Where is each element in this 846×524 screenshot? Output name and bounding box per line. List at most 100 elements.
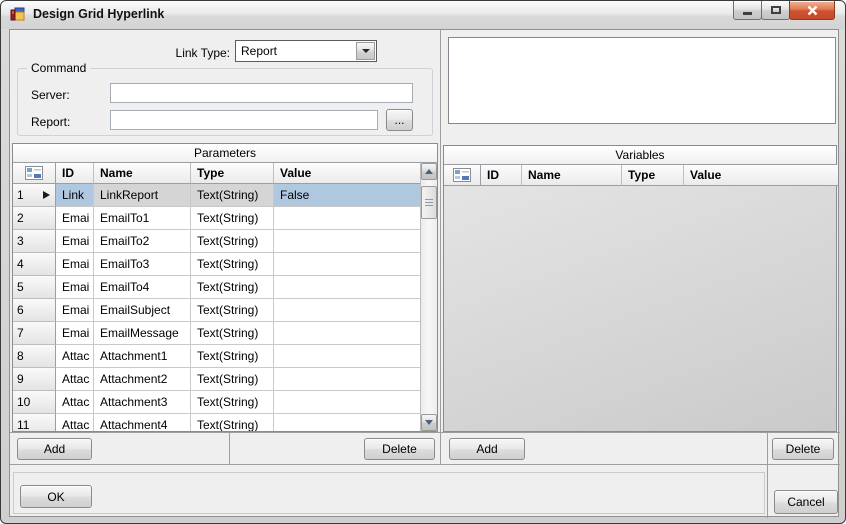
cancel-button[interactable]: Cancel (774, 490, 838, 514)
cell-id[interactable]: Emai (56, 299, 94, 322)
table-row[interactable]: 7 Emai EmailMessage Text(String) (13, 322, 422, 345)
column-header-id[interactable]: ID (481, 165, 522, 186)
row-header-cell[interactable]: 5 (13, 276, 56, 299)
cell-type[interactable]: Text(String) (191, 391, 274, 414)
scrollbar-thumb[interactable] (421, 186, 437, 219)
table-row[interactable]: 10 Attac Attachment3 Text(String) (13, 391, 422, 414)
cell-type[interactable]: Text(String) (191, 322, 274, 345)
cell-value[interactable] (274, 391, 422, 414)
cell-value[interactable] (274, 414, 422, 431)
row-header-cell[interactable]: 2 (13, 207, 56, 230)
table-row[interactable]: 6 Emai EmailSubject Text(String) (13, 299, 422, 322)
close-button[interactable] (789, 1, 835, 20)
cell-id[interactable]: Emai (56, 322, 94, 345)
cell-value[interactable] (274, 207, 422, 230)
cell-id[interactable]: Attac (56, 368, 94, 391)
column-header-name[interactable]: Name (522, 165, 622, 186)
cell-name[interactable]: Attachment3 (94, 391, 191, 414)
column-header-value[interactable]: Value (274, 163, 422, 184)
table-row[interactable]: 11 Attac Attachment4 Text(String) (13, 414, 422, 431)
column-header-name[interactable]: Name (94, 163, 191, 184)
cell-name[interactable]: EmailTo2 (94, 230, 191, 253)
table-row[interactable]: 4 Emai EmailTo3 Text(String) (13, 253, 422, 276)
cell-type[interactable]: Text(String) (191, 414, 274, 431)
cell-id[interactable]: Attac (56, 345, 94, 368)
table-row[interactable]: 3 Emai EmailTo2 Text(String) (13, 230, 422, 253)
window-controls (733, 1, 835, 20)
cell-id[interactable]: Emai (56, 207, 94, 230)
cell-value[interactable] (274, 368, 422, 391)
minimize-button[interactable] (733, 1, 762, 20)
row-header-cell[interactable]: 3 (13, 230, 56, 253)
table-row[interactable]: 2 Emai EmailTo1 Text(String) (13, 207, 422, 230)
cell-name[interactable]: Attachment4 (94, 414, 191, 431)
combo-dropdown-button[interactable] (356, 42, 375, 60)
cell-name[interactable]: EmailTo4 (94, 276, 191, 299)
row-header-cell[interactable]: 9 (13, 368, 56, 391)
row-header-cell[interactable]: 11 (13, 414, 56, 431)
maximize-icon (770, 6, 781, 14)
row-number: 9 (17, 372, 24, 386)
cell-value[interactable] (274, 345, 422, 368)
cell-value[interactable] (274, 230, 422, 253)
cell-name[interactable]: EmailTo1 (94, 207, 191, 230)
cell-id[interactable]: Emai (56, 276, 94, 299)
parameters-scrollbar[interactable] (420, 163, 437, 431)
cell-name[interactable]: EmailSubject (94, 299, 191, 322)
table-row[interactable]: 5 Emai EmailTo4 Text(String) (13, 276, 422, 299)
report-input[interactable] (110, 110, 378, 130)
cell-name[interactable]: EmailTo3 (94, 253, 191, 276)
cell-type[interactable]: Text(String) (191, 207, 274, 230)
maximize-button[interactable] (761, 1, 790, 20)
cell-name[interactable]: EmailMessage (94, 322, 191, 345)
ok-button[interactable]: OK (20, 485, 92, 508)
column-header-id[interactable]: ID (56, 163, 94, 184)
row-header-cell[interactable]: 10 (13, 391, 56, 414)
row-header-cell[interactable]: 6 (13, 299, 56, 322)
cell-id[interactable]: Emai (56, 230, 94, 253)
cell-type[interactable]: Text(String) (191, 368, 274, 391)
cell-id[interactable]: Link (56, 184, 94, 207)
cell-value[interactable] (274, 253, 422, 276)
cell-type[interactable]: Text(String) (191, 276, 274, 299)
title-bar[interactable]: Design Grid Hyperlink (1, 1, 845, 29)
table-row[interactable]: 1 Link LinkReport Text(String) False (13, 184, 422, 207)
cell-name[interactable]: Attachment2 (94, 368, 191, 391)
server-input[interactable] (110, 83, 413, 103)
cell-value[interactable] (274, 322, 422, 345)
column-header-type[interactable]: Type (622, 165, 684, 186)
parameters-delete-button[interactable]: Delete (364, 438, 435, 460)
row-header-cell[interactable]: 1 (13, 184, 56, 207)
variables-add-button[interactable]: Add (449, 438, 525, 460)
cell-type[interactable]: Text(String) (191, 253, 274, 276)
right-panel-textbox[interactable] (448, 37, 836, 124)
link-type-select[interactable]: Report (235, 40, 377, 62)
cell-id[interactable]: Attac (56, 391, 94, 414)
cell-value[interactable]: False (274, 184, 422, 207)
cell-id[interactable]: Emai (56, 253, 94, 276)
column-header-type[interactable]: Type (191, 163, 274, 184)
cell-type[interactable]: Text(String) (191, 230, 274, 253)
parameters-add-button[interactable]: Add (17, 438, 92, 460)
select-all-cell[interactable] (444, 165, 481, 186)
scroll-up-button[interactable] (421, 163, 437, 180)
dialog-client: Link Type: Report Command Server: Report… (9, 29, 840, 518)
cell-name[interactable]: LinkReport (94, 184, 191, 207)
table-row[interactable]: 9 Attac Attachment2 Text(String) (13, 368, 422, 391)
row-header-cell[interactable]: 7 (13, 322, 56, 345)
cell-name[interactable]: Attachment1 (94, 345, 191, 368)
variables-delete-button[interactable]: Delete (772, 438, 834, 460)
scroll-down-button[interactable] (421, 414, 437, 431)
row-header-cell[interactable]: 8 (13, 345, 56, 368)
select-all-cell[interactable] (13, 163, 56, 184)
cell-id[interactable]: Attac (56, 414, 94, 431)
cell-value[interactable] (274, 276, 422, 299)
table-row[interactable]: 8 Attac Attachment1 Text(String) (13, 345, 422, 368)
cell-type[interactable]: Text(String) (191, 345, 274, 368)
cell-type[interactable]: Text(String) (191, 299, 274, 322)
row-header-cell[interactable]: 4 (13, 253, 56, 276)
browse-button[interactable]: ... (386, 109, 413, 131)
cell-value[interactable] (274, 299, 422, 322)
cell-type[interactable]: Text(String) (191, 184, 274, 207)
column-header-value[interactable]: Value (684, 165, 838, 186)
